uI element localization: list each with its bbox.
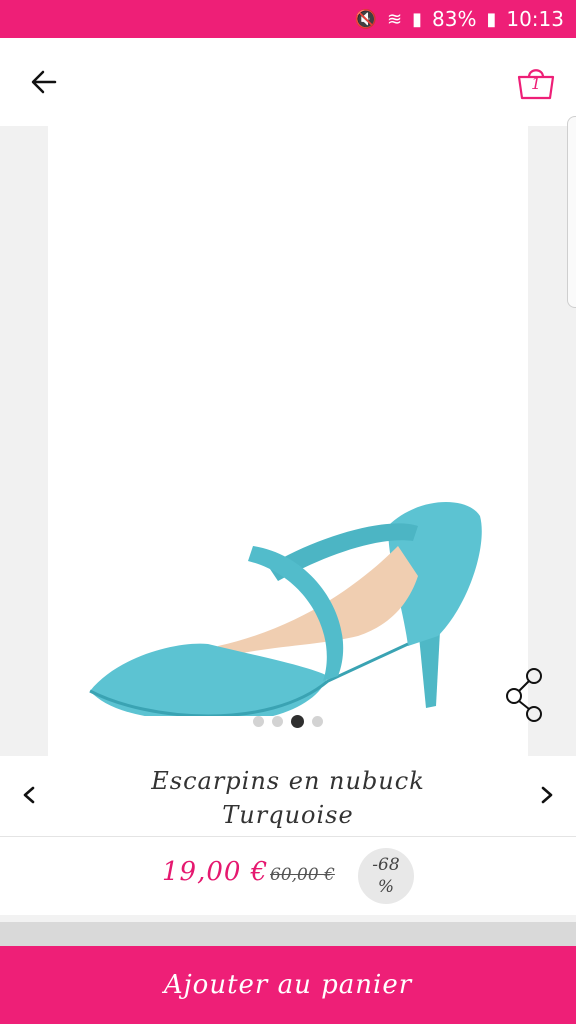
current-price: 19,00 € bbox=[162, 857, 269, 887]
product-title-line1: Escarpins en nubuck bbox=[151, 767, 425, 795]
arrow-left-icon bbox=[31, 70, 57, 94]
shoe-image bbox=[89, 502, 482, 716]
mute-icon: 🔇 bbox=[354, 8, 377, 30]
back-button[interactable] bbox=[22, 60, 66, 104]
product-title-bar: Escarpins en nubuck Turquoise bbox=[0, 756, 576, 837]
signal-icon: ▮ bbox=[412, 8, 422, 30]
battery-icon: ▮ bbox=[486, 8, 497, 30]
carousel-dot[interactable] bbox=[272, 716, 283, 727]
price-bar: 19,00 € 60,00 € -68 % bbox=[0, 837, 576, 915]
carousel-dot-active[interactable] bbox=[291, 715, 304, 728]
gallery-prev-edge bbox=[0, 126, 48, 756]
top-bar: 1 bbox=[0, 38, 576, 126]
chevron-right-icon bbox=[541, 786, 553, 804]
cart-button[interactable]: 1 bbox=[514, 60, 558, 104]
previous-product-button[interactable] bbox=[12, 778, 46, 812]
wifi-icon: ≋ bbox=[387, 8, 403, 30]
battery-percent: 83% bbox=[432, 7, 477, 31]
clock: 10:13 bbox=[506, 7, 564, 31]
scroll-indicator[interactable] bbox=[567, 116, 576, 308]
status-bar: 🔇 ≋ ▮ 83% ▮ 10:13 bbox=[0, 0, 576, 38]
chevron-left-icon bbox=[23, 786, 35, 804]
carousel-dot[interactable] bbox=[312, 716, 323, 727]
product-title: Escarpins en nubuck Turquoise bbox=[100, 764, 476, 832]
discount-percent: % bbox=[377, 877, 395, 897]
discount-value: -68 bbox=[372, 855, 400, 875]
add-to-cart-button[interactable]: Ajouter au panier bbox=[0, 946, 576, 1024]
product-title-line2: Turquoise bbox=[222, 801, 354, 829]
next-product-button[interactable] bbox=[530, 778, 564, 812]
carousel-dots bbox=[48, 715, 528, 728]
discount-badge: -68 % bbox=[358, 848, 414, 904]
cart-count: 1 bbox=[531, 74, 542, 93]
original-price: 60,00 € bbox=[270, 865, 335, 885]
divider-strip bbox=[0, 922, 576, 946]
product-gallery[interactable] bbox=[48, 126, 542, 756]
carousel-dot[interactable] bbox=[253, 716, 264, 727]
